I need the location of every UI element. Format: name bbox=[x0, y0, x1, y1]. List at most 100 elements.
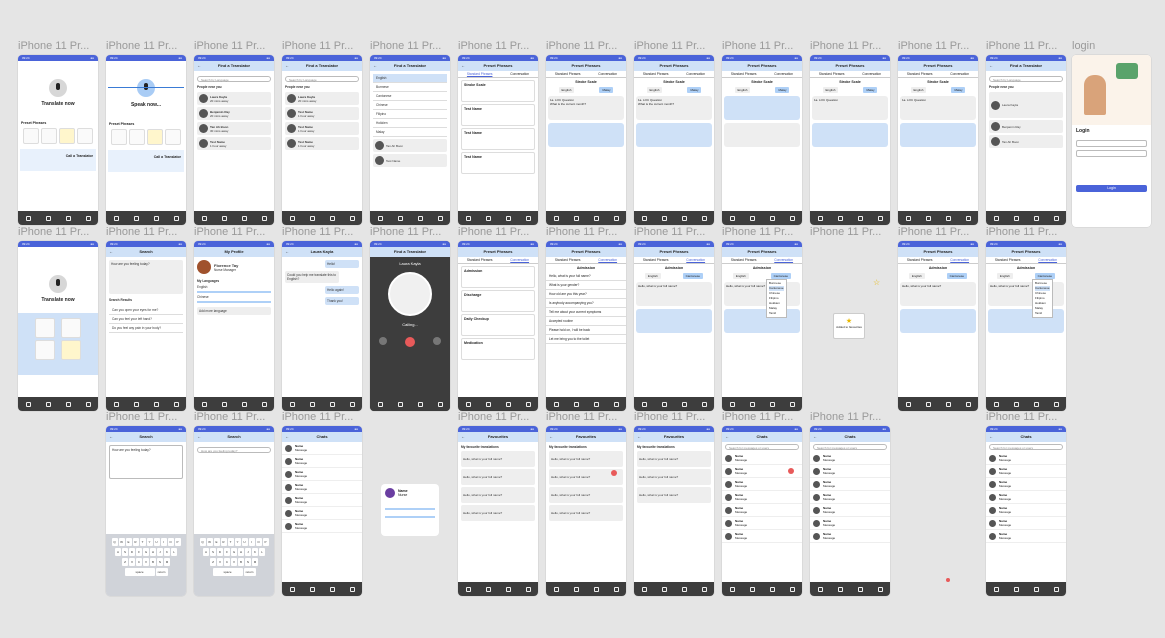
key[interactable]: U bbox=[241, 538, 248, 546]
home-icon[interactable] bbox=[729, 401, 735, 407]
key[interactable]: X bbox=[129, 558, 135, 566]
key[interactable]: A bbox=[203, 548, 209, 556]
search-icon[interactable] bbox=[525, 401, 531, 407]
tab-standard[interactable]: Standard Phrases bbox=[907, 71, 933, 77]
profile-icon[interactable] bbox=[925, 215, 931, 221]
phrase-item[interactable]: Tell me about your current symptoms bbox=[546, 308, 626, 317]
search-textarea[interactable]: How are you feeling today? bbox=[109, 445, 183, 479]
chat-icon[interactable] bbox=[329, 401, 335, 407]
back-icon[interactable]: ← bbox=[285, 432, 289, 442]
tab-standard[interactable]: Standard Phrases bbox=[731, 71, 757, 77]
chat-icon[interactable] bbox=[241, 401, 247, 407]
search-textarea[interactable]: How are you feeling today? bbox=[109, 260, 183, 294]
person-card[interactable]: Tan Ah Boon 30 mins away bbox=[197, 122, 271, 135]
key[interactable]: Z bbox=[122, 558, 128, 566]
phrase-card[interactable]: Test Name bbox=[461, 128, 535, 150]
profile-icon[interactable] bbox=[45, 215, 51, 221]
person-card[interactable]: Laura Kayla 20 mins away bbox=[285, 92, 359, 105]
chat-icon[interactable] bbox=[505, 215, 511, 221]
fav-item[interactable]: Hello, what is your full name? bbox=[637, 451, 711, 467]
home-icon[interactable] bbox=[289, 215, 295, 221]
search-result[interactable]: Can you open your eyes for me? bbox=[109, 306, 183, 315]
chat-row[interactable]: Name Message bbox=[282, 455, 362, 468]
search-icon[interactable] bbox=[437, 401, 443, 407]
key[interactable]: V bbox=[143, 558, 149, 566]
speaker-icon[interactable] bbox=[433, 337, 441, 345]
key[interactable]: E bbox=[125, 538, 132, 546]
tile-medical[interactable] bbox=[111, 129, 127, 145]
home-icon[interactable] bbox=[377, 401, 383, 407]
chat-icon[interactable] bbox=[1033, 401, 1039, 407]
key[interactable]: F bbox=[136, 548, 142, 556]
profile-icon[interactable] bbox=[573, 215, 579, 221]
home-icon[interactable] bbox=[113, 401, 119, 407]
chat-row[interactable]: Name Message bbox=[986, 504, 1066, 517]
mic-button-active[interactable] bbox=[137, 79, 155, 97]
key[interactable]: M bbox=[252, 558, 258, 566]
profile-icon[interactable] bbox=[397, 401, 403, 407]
search-result[interactable]: Do you feel any pain in your body? bbox=[109, 324, 183, 333]
profile-icon[interactable] bbox=[749, 401, 755, 407]
fav-item[interactable]: Hello, what is your full name? bbox=[461, 469, 535, 485]
key[interactable]: H bbox=[150, 548, 156, 556]
chat-row[interactable]: Name Message bbox=[986, 465, 1066, 478]
search-icon[interactable] bbox=[789, 401, 795, 407]
profile-icon[interactable] bbox=[661, 586, 667, 592]
tile-daily[interactable] bbox=[61, 318, 82, 338]
phrase-item[interactable]: Please hold on, I will be back bbox=[546, 326, 626, 335]
profile-icon[interactable] bbox=[749, 215, 755, 221]
chat-icon[interactable] bbox=[593, 401, 599, 407]
chat-icon[interactable] bbox=[505, 586, 511, 592]
language-option[interactable]: English bbox=[373, 74, 447, 83]
fav-item[interactable]: Hello, what is your full name? bbox=[549, 487, 623, 503]
profile-icon[interactable] bbox=[749, 586, 755, 592]
key[interactable]: L bbox=[259, 548, 265, 556]
key[interactable]: W bbox=[206, 538, 213, 546]
chat-icon[interactable] bbox=[417, 215, 423, 221]
language-option[interactable]: Malay bbox=[373, 128, 447, 137]
chat-icon[interactable] bbox=[945, 401, 951, 407]
chat-row[interactable]: Name Message bbox=[986, 478, 1066, 491]
chat-icon[interactable] bbox=[153, 401, 159, 407]
profile-icon[interactable] bbox=[45, 401, 51, 407]
add-language-button[interactable]: Add more language bbox=[197, 307, 271, 315]
home-icon[interactable] bbox=[993, 215, 999, 221]
search-input[interactable]: How are you feeling today? bbox=[197, 447, 271, 453]
tab-conversation[interactable]: Conversation bbox=[774, 71, 793, 77]
keyboard[interactable]: Q W E R T Y U I O P A S D F G H J K L Z X C V B N Mspace return bbox=[106, 534, 186, 596]
mic-button[interactable] bbox=[49, 275, 67, 293]
home-icon[interactable] bbox=[289, 586, 295, 592]
chat-row[interactable]: Name Message bbox=[282, 442, 362, 455]
home-icon[interactable] bbox=[553, 586, 559, 592]
search-icon[interactable] bbox=[965, 215, 971, 221]
tile-star[interactable] bbox=[147, 129, 163, 145]
key[interactable]: D bbox=[217, 548, 223, 556]
profile-icon[interactable] bbox=[133, 401, 139, 407]
home-icon[interactable] bbox=[465, 215, 471, 221]
key[interactable]: O bbox=[167, 538, 174, 546]
key[interactable]: K bbox=[252, 548, 258, 556]
chat-icon[interactable] bbox=[417, 401, 423, 407]
search-icon[interactable] bbox=[349, 401, 355, 407]
search-icon[interactable] bbox=[85, 215, 91, 221]
search-icon[interactable] bbox=[877, 215, 883, 221]
language-dropdown[interactable]: Burmese Cantonese Chinese Filipino Hokkien Ma… bbox=[1032, 279, 1053, 318]
phrase-item[interactable]: What is your gender? bbox=[546, 281, 626, 290]
search-icon[interactable] bbox=[789, 215, 795, 221]
key[interactable]: Y bbox=[146, 538, 153, 546]
profile-icon[interactable] bbox=[485, 586, 491, 592]
delete-icon[interactable] bbox=[788, 468, 794, 474]
search-result[interactable]: Can you feel your left hand? bbox=[109, 315, 183, 324]
back-icon[interactable]: ← bbox=[373, 61, 377, 71]
search-icon[interactable] bbox=[173, 215, 179, 221]
search-icon[interactable] bbox=[613, 215, 619, 221]
phrase-card[interactable]: Test Name bbox=[461, 152, 535, 174]
tile-more[interactable] bbox=[77, 128, 93, 144]
search-input[interactable]: Search by Language bbox=[197, 76, 271, 82]
search-icon[interactable] bbox=[613, 586, 619, 592]
home-icon[interactable] bbox=[553, 401, 559, 407]
key[interactable]: P bbox=[174, 538, 181, 546]
search-input[interactable]: Search by Language bbox=[989, 76, 1063, 82]
fav-item[interactable]: Hello, what is your full name? bbox=[637, 487, 711, 503]
home-icon[interactable] bbox=[25, 215, 31, 221]
